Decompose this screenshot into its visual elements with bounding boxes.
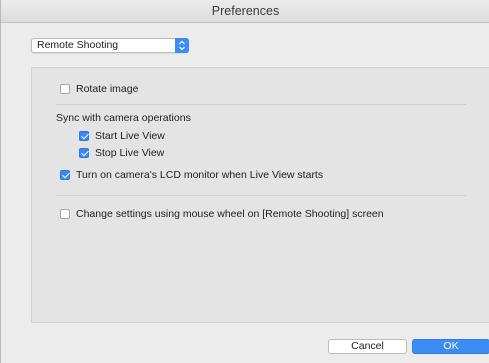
rotate-image-checkbox[interactable] <box>60 84 70 94</box>
preferences-window: Preferences Remote Shooting Rotate image… <box>0 0 489 363</box>
mouse-wheel-checkbox[interactable] <box>60 209 70 219</box>
title-bar: Preferences <box>1 0 489 23</box>
lcd-monitor-label: Turn on camera's LCD monitor when Live V… <box>76 169 324 181</box>
category-select-value: Remote Shooting <box>37 39 119 51</box>
rotate-image-option[interactable]: Rotate image <box>60 83 138 95</box>
stop-live-view-label: Stop Live View <box>95 147 165 159</box>
window-title: Preferences <box>211 4 280 18</box>
stop-live-view-option[interactable]: Stop Live View <box>79 147 164 159</box>
stop-live-view-checkbox[interactable] <box>79 148 89 158</box>
rotate-image-label: Rotate image <box>76 83 139 95</box>
divider <box>56 195 466 196</box>
sync-heading: Sync with camera operations <box>56 112 191 124</box>
settings-panel: Rotate image Sync with camera operations… <box>31 67 489 323</box>
lcd-monitor-checkbox[interactable] <box>60 170 70 180</box>
lcd-monitor-option[interactable]: Turn on camera's LCD monitor when Live V… <box>60 169 323 181</box>
divider <box>56 104 466 105</box>
cancel-button[interactable]: Cancel <box>328 339 407 354</box>
start-live-view-label: Start Live View <box>95 130 165 142</box>
mouse-wheel-option[interactable]: Change settings using mouse wheel on [Re… <box>60 208 384 220</box>
start-live-view-checkbox[interactable] <box>79 131 89 141</box>
ok-button[interactable]: OK <box>412 339 489 354</box>
mouse-wheel-label: Change settings using mouse wheel on [Re… <box>76 208 384 220</box>
start-live-view-option[interactable]: Start Live View <box>79 130 165 142</box>
category-select[interactable]: Remote Shooting <box>31 38 189 53</box>
chevron-updown-icon <box>175 38 189 53</box>
